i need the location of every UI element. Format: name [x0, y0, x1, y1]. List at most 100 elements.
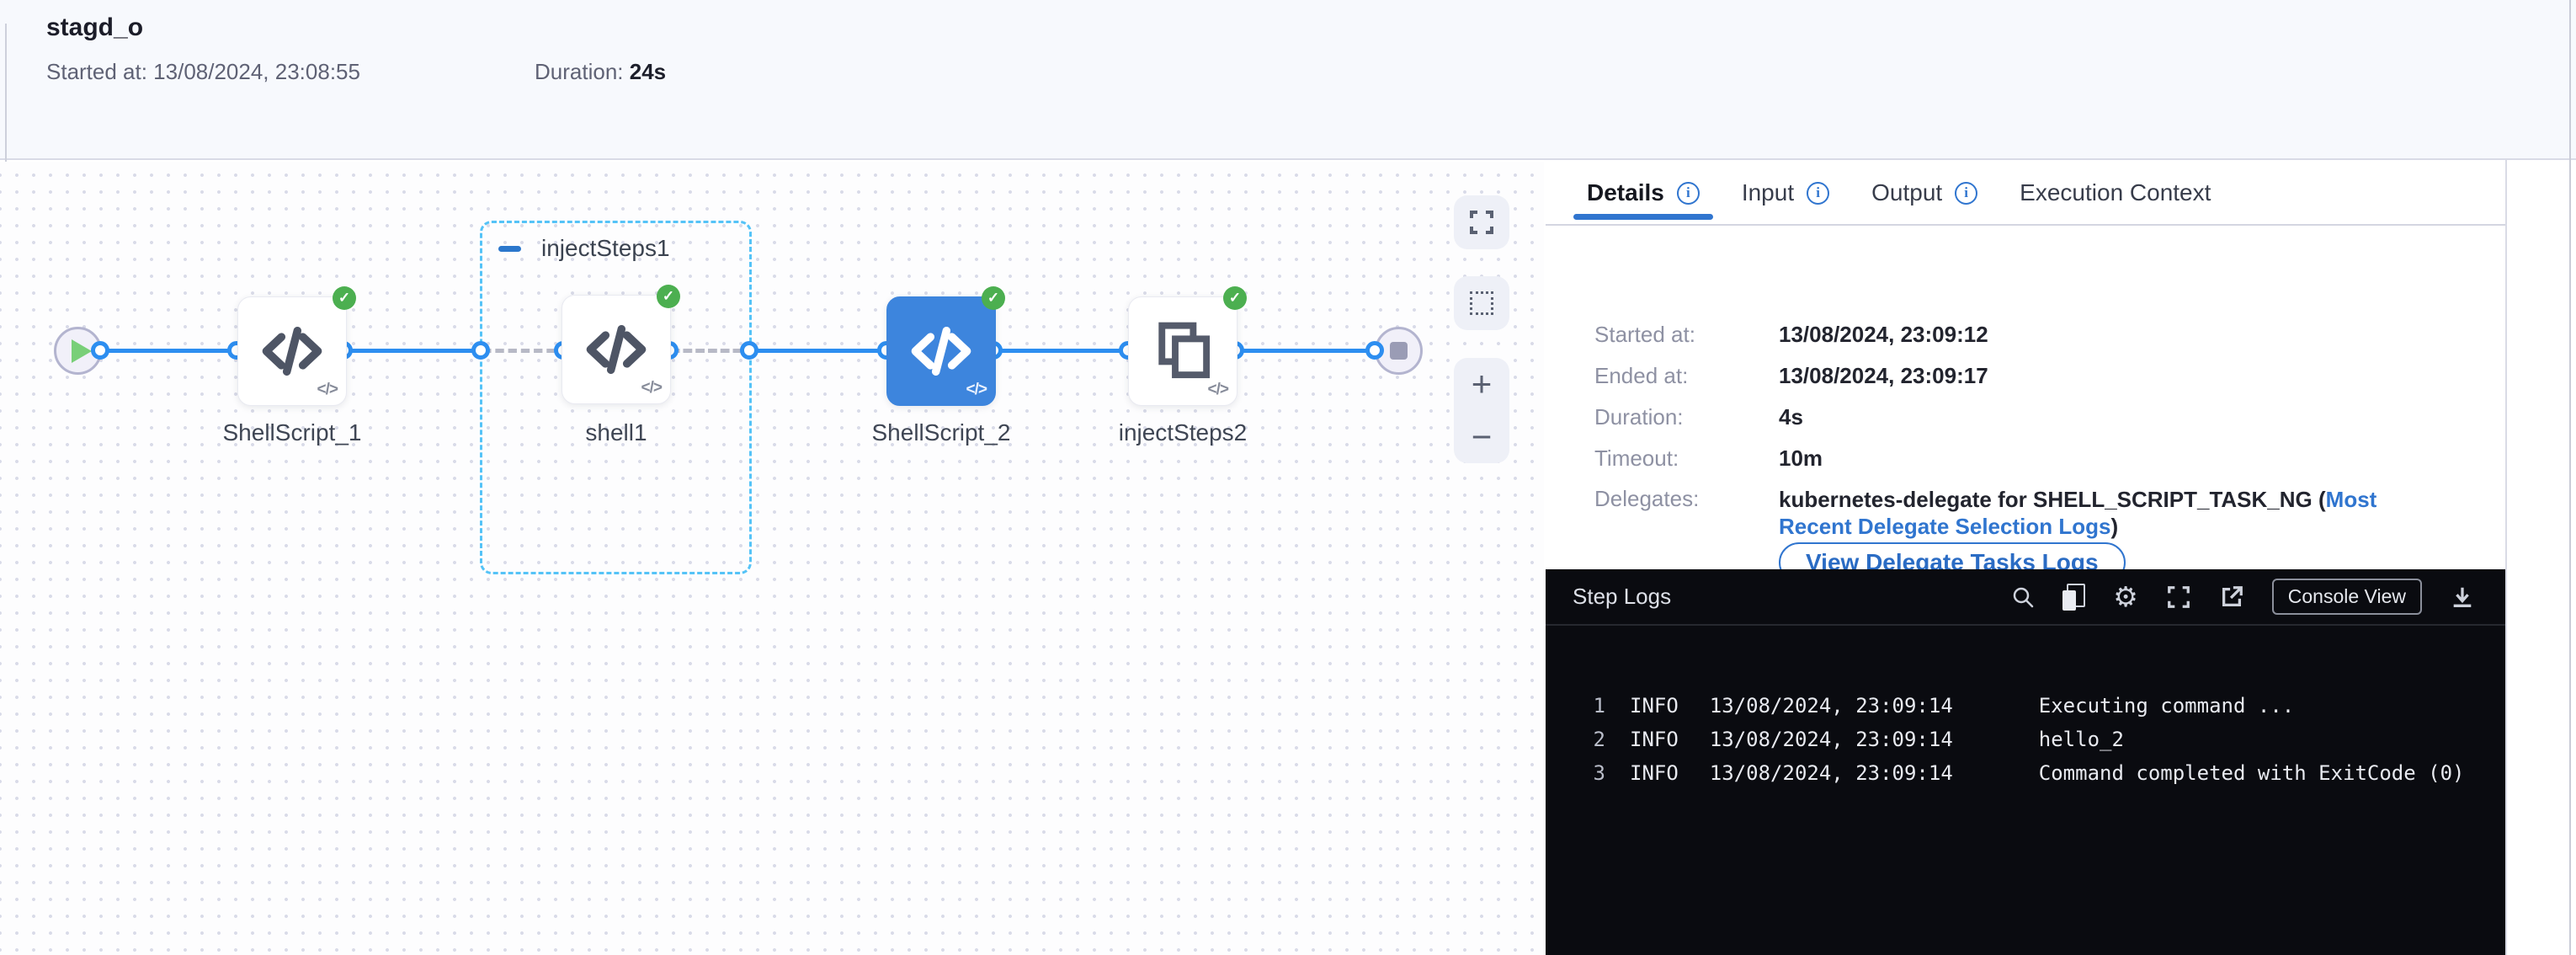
step-logs-toolbar: ⚙ Console View	[2011, 579, 2475, 615]
step-logs-console[interactable]: 1 INFO 13/08/2024, 23:09:14 Executing comma…	[1546, 626, 2505, 790]
log-timestamp: 13/08/2024, 23:09:14	[1710, 761, 1953, 785]
code-icon	[909, 319, 973, 383]
log-level: INFO	[1630, 694, 1679, 718]
field-label: Started at:	[1594, 322, 1779, 348]
gear-icon[interactable]: ⚙	[2113, 583, 2138, 611]
edge-node3-to-node4	[993, 349, 1128, 353]
field-started-at: Started at: 13/08/2024, 23:09:12	[1594, 322, 1988, 348]
info-icon[interactable]: i	[1807, 182, 1829, 205]
step-node-shell1[interactable]: </> ✓	[562, 295, 671, 404]
edge-group-to-node2	[481, 349, 563, 353]
info-icon[interactable]: i	[1955, 182, 1977, 205]
started-at-text: Started at: 13/08/2024, 23:08:55	[46, 59, 360, 85]
field-delegates: Delegates: kubernetes-delegate for SHELL…	[1594, 486, 2419, 540]
log-line: 2 INFO 13/08/2024, 23:09:14 hello_2	[1546, 723, 2505, 756]
step-type-icon: </>	[1208, 381, 1228, 399]
edge-group-to-node3	[749, 349, 886, 353]
search-icon[interactable]	[2011, 585, 2035, 609]
log-message: hello_2	[2039, 728, 2124, 751]
edge-node1-to-group	[343, 349, 481, 353]
connector-dot	[1365, 341, 1384, 360]
canvas-zoom-control: + −	[1454, 358, 1509, 463]
tab-label: Output	[1871, 179, 1942, 206]
field-timeout: Timeout: 10m	[1594, 445, 1823, 472]
stop-icon	[1390, 342, 1408, 360]
connector-dot	[91, 341, 109, 360]
tab-label: Details	[1587, 179, 1664, 206]
step-type-icon: </>	[641, 379, 662, 397]
stage-title: stagd_o	[46, 13, 143, 42]
step-node-injectsteps2[interactable]: </> ✓	[1128, 296, 1237, 406]
field-value: 13/08/2024, 23:09:12	[1779, 322, 1988, 348]
delegates-text: kubernetes-delegate for SHELL_SCRIPT_TAS…	[1779, 487, 2326, 512]
delegates-text: )	[2110, 514, 2118, 539]
download-icon[interactable]	[2450, 584, 2475, 610]
step-node-shellscript-1[interactable]: </> ✓	[237, 296, 347, 406]
duration-value: 24s	[630, 59, 666, 84]
tab-details[interactable]: Details i	[1587, 179, 1700, 206]
collapse-minus-icon[interactable]	[498, 246, 521, 252]
step-logs-panel: Step Logs ⚙ Console View 1INF	[1546, 569, 2505, 955]
stage-header: stagd_o Started at: 13/08/2024, 23:08:55…	[0, 0, 2576, 160]
expand-fullscreen-icon[interactable]	[2166, 584, 2191, 610]
play-icon	[72, 339, 92, 363]
canvas-fullscreen-button[interactable]	[1454, 195, 1509, 249]
step-logs-title: Step Logs	[1573, 584, 1671, 610]
success-check-icon: ✓	[657, 285, 680, 308]
copy-steps-icon	[1152, 321, 1213, 381]
step-group-header[interactable]: injectSteps1	[498, 235, 670, 262]
log-line-number: 2	[1585, 723, 1605, 756]
marquee-select-icon	[1470, 291, 1493, 315]
page-scrollbar[interactable]	[2569, 0, 2571, 955]
log-line-number: 1	[1585, 689, 1605, 723]
log-level: INFO	[1630, 761, 1679, 785]
tab-execution-context[interactable]: Execution Context	[2020, 179, 2211, 206]
delegates-value: kubernetes-delegate for SHELL_SCRIPT_TAS…	[1779, 486, 2419, 540]
field-label: Duration:	[1594, 404, 1779, 430]
step-node-label: injectSteps2	[1056, 419, 1309, 446]
field-label: Timeout:	[1594, 445, 1779, 472]
info-icon[interactable]: i	[1677, 182, 1700, 205]
zoom-out-button[interactable]: −	[1472, 419, 1493, 455]
canvas-marquee-select-button[interactable]	[1454, 276, 1509, 330]
edge-node2-to-group-exit	[669, 349, 749, 353]
open-external-icon[interactable]	[2219, 584, 2244, 610]
log-message: Executing command ...	[2039, 694, 2294, 718]
field-value: 13/08/2024, 23:09:17	[1779, 363, 1988, 389]
step-node-label: shell1	[490, 419, 742, 446]
copy-icon[interactable]	[2062, 584, 2085, 611]
edge-node4-to-end	[1235, 349, 1375, 353]
field-label: Ended at:	[1594, 363, 1779, 389]
step-node-label: ShellScript_1	[166, 419, 418, 446]
log-timestamp: 13/08/2024, 23:09:14	[1710, 728, 1953, 751]
zoom-in-button[interactable]: +	[1472, 366, 1493, 402]
log-message: Command completed with ExitCode (0)	[2039, 761, 2465, 785]
pipeline-execution-page: stagd_o Started at: 13/08/2024, 23:08:55…	[0, 0, 2576, 955]
connector-dot	[740, 341, 758, 360]
details-tabs: Details i Input i Output i Execution Con…	[1546, 162, 2505, 226]
panel-right-divider	[2505, 160, 2507, 955]
connector-dot	[471, 341, 490, 360]
code-icon	[260, 319, 324, 383]
step-group-label: injectSteps1	[541, 235, 670, 262]
fullscreen-icon	[1468, 209, 1495, 236]
step-type-icon: </>	[317, 381, 338, 399]
log-line-number: 3	[1585, 756, 1605, 790]
step-node-shellscript-2-selected[interactable]: </> ✓	[886, 296, 996, 406]
tab-input[interactable]: Input i	[1742, 179, 1829, 206]
step-type-icon: </>	[966, 381, 987, 399]
tab-label: Execution Context	[2020, 179, 2211, 206]
edge-start-to-node1	[100, 349, 237, 353]
log-line: 3 INFO 13/08/2024, 23:09:14 Command complet…	[1546, 756, 2505, 790]
log-timestamp: 13/08/2024, 23:09:14	[1710, 694, 1953, 718]
duration-text: Duration: 24s	[535, 59, 666, 85]
step-logs-header: Step Logs ⚙ Console View	[1546, 569, 2505, 626]
success-check-icon: ✓	[982, 286, 1005, 310]
field-value: 4s	[1779, 404, 1803, 430]
success-check-icon: ✓	[333, 286, 356, 310]
log-level: INFO	[1630, 728, 1679, 751]
pipeline-graph-canvas[interactable]: injectSteps1	[0, 162, 1544, 955]
code-icon	[584, 317, 648, 381]
console-view-button[interactable]: Console View	[2272, 579, 2422, 615]
tab-output[interactable]: Output i	[1871, 179, 1977, 206]
